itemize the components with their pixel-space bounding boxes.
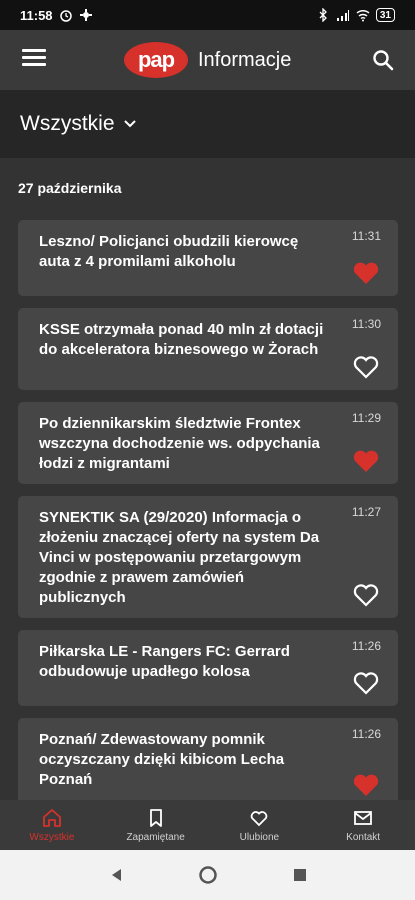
article-time: 11:26 bbox=[351, 727, 381, 741]
heart-outline-icon[interactable] bbox=[352, 670, 380, 696]
nav-label: Zapamiętane bbox=[126, 831, 185, 843]
menu-button[interactable] bbox=[22, 49, 46, 69]
recents-button[interactable] bbox=[289, 864, 311, 886]
nav-item-kontakt[interactable]: Kontakt bbox=[311, 800, 415, 850]
nav-label: Wszystkie bbox=[29, 831, 75, 843]
article-title: Po dziennikarskim śledztwie Frontex wszc… bbox=[39, 415, 320, 472]
heart-icon bbox=[251, 810, 268, 826]
pap-logo: pap bbox=[124, 42, 188, 78]
nav-label: Ulubione bbox=[239, 831, 280, 843]
article-time: 11:30 bbox=[351, 317, 381, 331]
article-time: 11:26 bbox=[351, 639, 381, 653]
system-navigation-bar bbox=[0, 850, 415, 900]
settings-gear-icon bbox=[79, 9, 92, 21]
article-title: SYNEKTIK SA (29/2020) Informacja o złoże… bbox=[39, 509, 320, 606]
article-card[interactable]: Poznań/ Zdewastowany pomnik oczyszczany … bbox=[18, 718, 398, 808]
bluetooth-icon bbox=[319, 8, 327, 22]
heart-outline-icon[interactable] bbox=[352, 582, 380, 608]
heart-outline-icon[interactable] bbox=[352, 354, 380, 380]
nav-item-wszystkie[interactable]: Wszystkie bbox=[0, 800, 104, 850]
back-button[interactable] bbox=[105, 864, 127, 886]
heart-filled-icon[interactable] bbox=[352, 260, 380, 286]
recents-square-icon bbox=[293, 869, 306, 881]
wifi-icon bbox=[356, 9, 370, 22]
home-button[interactable] bbox=[197, 864, 219, 886]
article-title: KSSE otrzymała ponad 40 mln zł dotacji d… bbox=[39, 321, 324, 358]
article-card[interactable]: KSSE otrzymała ponad 40 mln zł dotacji d… bbox=[18, 308, 398, 390]
date-header: 27 października bbox=[18, 180, 122, 196]
app-title: Informacje bbox=[198, 48, 292, 71]
alarm-icon bbox=[59, 10, 72, 22]
bookmark-icon bbox=[149, 808, 162, 827]
category-dropdown-label: Wszystkie bbox=[20, 112, 115, 135]
status-time: 11:58 bbox=[20, 7, 53, 23]
brand: pap Informacje bbox=[124, 42, 291, 78]
article-title: Piłkarska LE - Rangers FC: Gerrard odbud… bbox=[39, 643, 290, 680]
home-icon bbox=[42, 808, 61, 827]
nav-label: Kontakt bbox=[346, 831, 381, 843]
category-dropdown[interactable]: Wszystkie bbox=[20, 112, 137, 136]
bottom-navigation: Wszystkie Zapamiętane Ulubione Kontakt bbox=[0, 800, 415, 850]
search-icon[interactable] bbox=[371, 48, 395, 72]
heart-filled-icon[interactable] bbox=[352, 772, 380, 798]
filter-bar: Wszystkie bbox=[0, 90, 415, 158]
article-title: Leszno/ Policjanci obudzili kierowcę aut… bbox=[39, 233, 299, 270]
signal-icon bbox=[336, 10, 349, 21]
home-circle-icon bbox=[198, 866, 217, 884]
nav-item-zapamietane[interactable]: Zapamiętane bbox=[104, 800, 208, 850]
article-time: 11:29 bbox=[351, 411, 381, 425]
back-triangle-icon bbox=[111, 869, 121, 881]
status-bar: 11:58 31 bbox=[0, 0, 415, 30]
mail-icon bbox=[354, 810, 373, 825]
article-card[interactable]: Piłkarska LE - Rangers FC: Gerrard odbud… bbox=[18, 630, 398, 706]
heart-filled-icon[interactable] bbox=[352, 448, 380, 474]
article-card[interactable]: SYNEKTIK SA (29/2020) Informacja o złoże… bbox=[18, 496, 398, 618]
article-card[interactable]: Leszno/ Policjanci obudzili kierowcę aut… bbox=[18, 220, 398, 296]
nav-item-ulubione[interactable]: Ulubione bbox=[208, 800, 312, 850]
article-time: 11:31 bbox=[351, 229, 381, 243]
hamburger-icon bbox=[22, 49, 46, 52]
chevron-down-icon bbox=[123, 120, 136, 128]
article-list: Leszno/ Policjanci obudzili kierowcę aut… bbox=[18, 220, 398, 820]
article-time: 11:27 bbox=[351, 505, 381, 519]
battery-indicator: 31 bbox=[375, 8, 395, 22]
app-bar: pap Informacje bbox=[0, 30, 415, 90]
article-card[interactable]: Po dziennikarskim śledztwie Frontex wszc… bbox=[18, 402, 398, 484]
article-title: Poznań/ Zdewastowany pomnik oczyszczany … bbox=[39, 731, 285, 788]
